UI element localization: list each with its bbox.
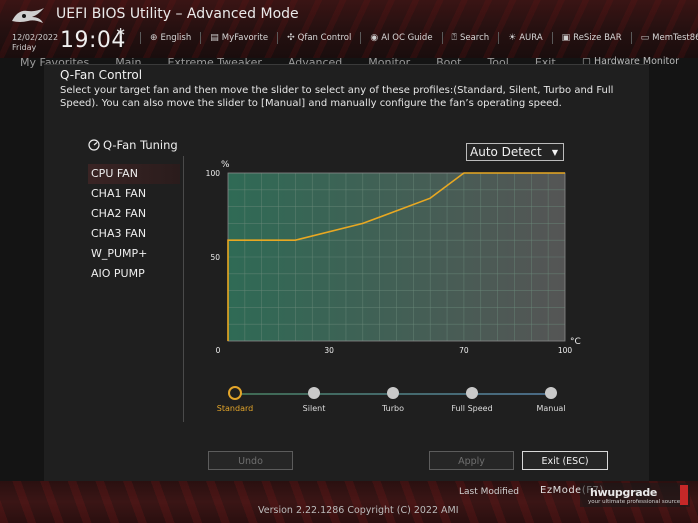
x-tick-label: 30: [324, 346, 334, 355]
y-unit-label: %: [221, 160, 230, 170]
fan-item-cha1-fan[interactable]: CHA1 FAN: [88, 184, 180, 204]
apply-button[interactable]: Apply: [429, 451, 514, 470]
toolbar-memtest86[interactable]: ▭ MemTest86: [641, 30, 698, 46]
fan-list: CPU FAN CHA1 FAN CHA2 FAN CHA3 FAN W_PUM…: [88, 164, 180, 284]
toolbar-qfan-control[interactable]: ✣ Qfan Control: [287, 30, 351, 46]
last-modified-link[interactable]: Last Modified: [459, 487, 519, 497]
toolbar-separator: [200, 32, 202, 44]
toolbar-english[interactable]: ⊕ English: [150, 30, 191, 46]
slider-stop-standard[interactable]: [228, 386, 242, 400]
toolbar-myfavorite[interactable]: ▤ MyFavorite: [210, 30, 268, 46]
globe-icon: ⊕: [150, 33, 158, 43]
slider-stop-manual[interactable]: [545, 387, 557, 399]
tuning-gauge-icon: [88, 139, 100, 151]
slider-label-full-speed: Full Speed: [451, 404, 493, 413]
qfan-tuning-button[interactable]: Q-Fan Tuning: [88, 138, 178, 152]
search-icon: ⍰: [451, 33, 457, 43]
tuning-label: Q-Fan Tuning: [103, 138, 178, 152]
toolbar-label: AI OC Guide: [381, 33, 433, 43]
exit-button[interactable]: Exit (ESC): [522, 451, 608, 470]
toolbar-separator: [360, 32, 362, 44]
toolbar-label: ReSize BAR: [573, 33, 622, 43]
toolbar-separator: [551, 32, 553, 44]
resize-bar-icon: ▣: [561, 33, 571, 43]
watermark-subtitle: your ultimate professional source: [588, 499, 681, 505]
favorite-icon: ▤: [210, 33, 219, 43]
day-text: Friday: [12, 43, 37, 52]
fan-item-cha2-fan[interactable]: CHA2 FAN: [88, 204, 180, 224]
toolbar-resize-bar[interactable]: ▣ ReSize BAR: [562, 30, 622, 46]
profile-slider[interactable]: Standard Silent Turbo Full Speed Manual: [215, 382, 575, 422]
toolbar-label: MyFavorite: [221, 33, 269, 43]
y-tick-label: 50: [210, 253, 220, 262]
toolbar-label: Search: [459, 33, 490, 43]
fan-item-w-pump[interactable]: W_PUMP+: [88, 244, 180, 264]
slider-label-turbo: Turbo: [381, 404, 405, 413]
fan-item-aio-pump[interactable]: AIO PUMP: [88, 264, 180, 284]
x-tick-label: 100: [558, 346, 573, 355]
date-display: 12/02/2022 Friday: [12, 33, 58, 53]
fan-curve-chart[interactable]: %°C100500 30 70 100: [200, 152, 590, 362]
toolbar-label: AURA: [519, 33, 543, 43]
toolbar-separator: [498, 32, 500, 44]
watermark-title: hwupgrade: [590, 486, 658, 499]
toolbar-search[interactable]: ⍰ Search: [452, 30, 490, 46]
mode-select-dropdown[interactable]: Auto Detect ▼: [466, 143, 564, 161]
version-text: Version 2.22.1286 Copyright (C) 2022 AMI: [258, 505, 459, 516]
memtest-icon: ▭: [640, 33, 650, 43]
fan-icon: ✣: [287, 33, 295, 43]
toolbar-ai-oc-guide[interactable]: ◉ AI OC Guide: [370, 30, 432, 46]
undo-button[interactable]: Undo: [208, 451, 293, 470]
toolbar-separator: [441, 32, 443, 44]
gear-icon[interactable]: ✲: [116, 26, 125, 39]
list-divider: [183, 156, 184, 422]
slider-label-manual: Manual: [536, 404, 566, 413]
slider-label-standard: Standard: [216, 404, 254, 413]
rog-logo-icon: [12, 8, 44, 23]
slider-stop-full-speed[interactable]: [466, 387, 478, 399]
y-tick-label: 100: [206, 169, 221, 178]
fan-item-cpu-fan[interactable]: CPU FAN: [88, 164, 180, 184]
toolbar-label: Qfan Control: [297, 33, 352, 43]
x-tick-label: 0: [216, 346, 221, 355]
toolbar-label: MemTest86: [652, 33, 698, 43]
dialog-title: Q-Fan Control: [60, 68, 143, 82]
toolbar-separator: [630, 32, 632, 44]
top-toolbar: ⊕ English ▤ MyFavorite ✣ Qfan Control ◉ AI O…: [140, 30, 698, 46]
mode-select-value: Auto Detect: [470, 145, 542, 159]
slider-stop-silent[interactable]: [308, 387, 320, 399]
fan-item-cha3-fan[interactable]: CHA3 FAN: [88, 224, 180, 244]
x-tick-label: 70: [459, 346, 469, 355]
toolbar-aura[interactable]: ☀ AURA: [508, 30, 543, 46]
app-title: UEFI BIOS Utility – Advanced Mode: [56, 6, 299, 22]
toolbar-separator: [277, 32, 279, 44]
dialog-description: Select your target fan and then move the…: [60, 85, 614, 109]
slider-stop-turbo[interactable]: [387, 387, 399, 399]
chevron-down-icon: ▼: [551, 147, 558, 157]
slider-label-silent: Silent: [302, 404, 326, 413]
toolbar-label: English: [160, 33, 192, 43]
date-text: 12/02/2022: [12, 33, 59, 42]
toolbar-separator: [140, 32, 141, 44]
aura-icon: ☀: [508, 33, 517, 43]
bulb-icon: ◉: [370, 33, 379, 43]
